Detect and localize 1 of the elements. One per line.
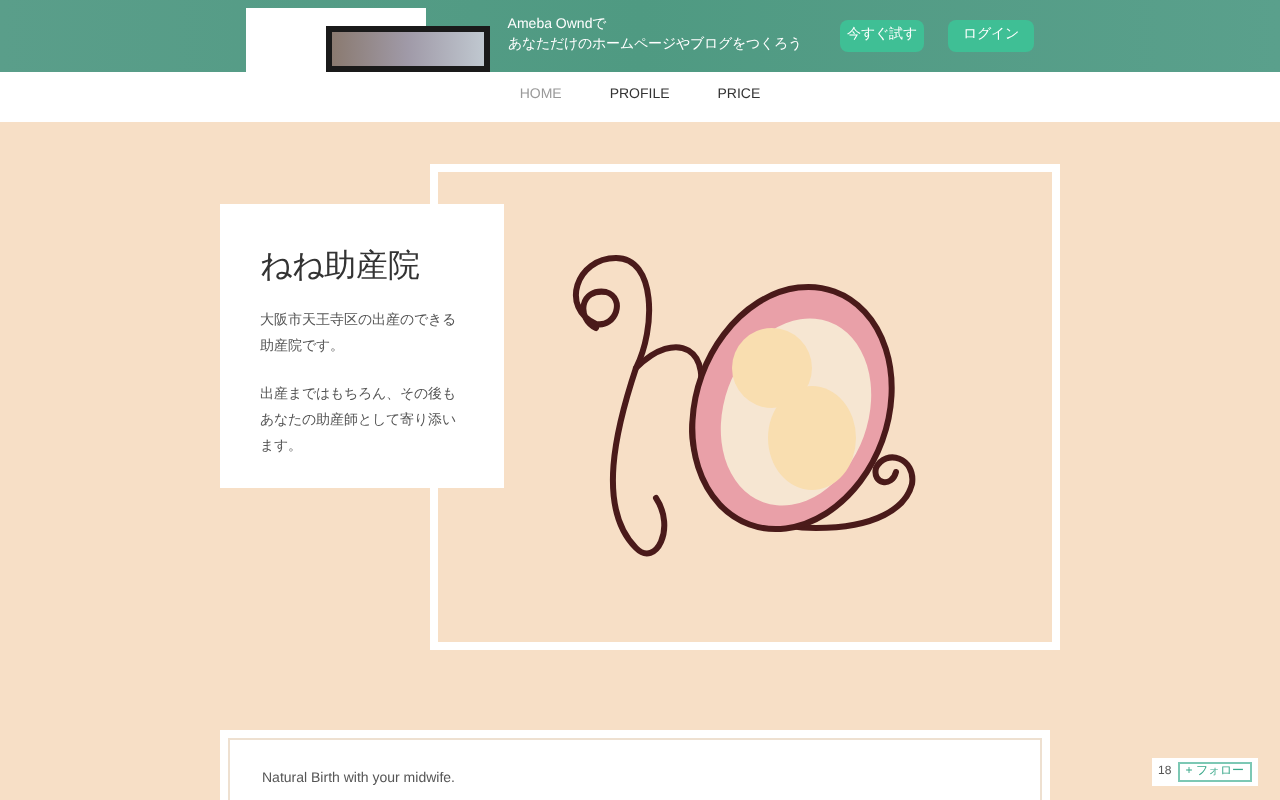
clinic-title: ねね助産院 [260, 247, 422, 288]
